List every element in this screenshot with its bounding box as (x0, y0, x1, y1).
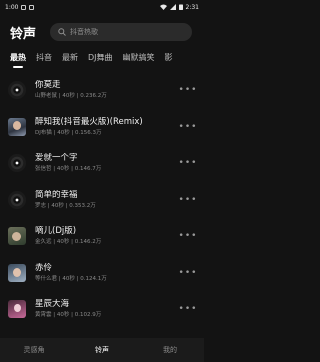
more-options-icon[interactable]: ••• (176, 299, 200, 319)
song-meta: 黄霄雲 | 40秒 | 0.102.9万 (35, 312, 102, 319)
wifi-icon (159, 4, 167, 10)
song-title: 醉知我(抖音最火版)(Remix) (35, 116, 143, 127)
song-meta: 山野老鼠 | 40秒 | 0.236.2万 (35, 93, 107, 100)
bottom-nav: 灵感角 铃声 我的 (0, 338, 204, 362)
song-title: 赤伶 (35, 262, 53, 273)
more-options-icon[interactable]: ••• (176, 117, 200, 137)
notification-icon (21, 4, 27, 10)
song-meta: DJ布猫 | 40秒 | 0.156.3万 (35, 129, 102, 136)
song-title: 爱就一个字 (35, 153, 78, 164)
more-options-icon[interactable]: ••• (176, 153, 200, 173)
signal-icon (169, 4, 176, 10)
search-icon (58, 28, 66, 36)
song-meta: 金久远 | 40秒 | 0.146.2万 (35, 239, 102, 246)
status-clock: 2:31 (185, 3, 199, 11)
song-title: 星辰大海 (35, 299, 70, 310)
vinyl-disc-icon (8, 190, 26, 209)
vinyl-disc-icon (8, 154, 26, 173)
song-meta: 等什么君 | 40秒 | 0.124.1万 (35, 275, 107, 282)
list-item[interactable]: 简单的幸福 罗志 | 40秒 | 0.353.2万 ••• (0, 182, 204, 219)
tab-newest[interactable]: 最新 (57, 50, 83, 68)
vinyl-disc-icon (8, 81, 26, 100)
search-input[interactable]: 抖音热歌 (50, 23, 193, 41)
list-item[interactable]: 赤伶 等什么君 | 40秒 | 0.124.1万 ••• (0, 255, 204, 292)
album-cover (8, 263, 26, 282)
list-item[interactable]: 醉知我(抖音最火版)(Remix) DJ布猫 | 40秒 | 0.156.3万 … (0, 109, 204, 146)
tab-hot[interactable]: 最热 (5, 50, 31, 68)
more-options-icon[interactable]: ••• (176, 190, 200, 210)
tab-douyin[interactable]: 抖音 (31, 50, 57, 68)
tab-film[interactable]: 影 (160, 50, 178, 68)
header: 铃声 抖音热歌 (0, 20, 204, 44)
album-cover (8, 300, 26, 319)
page-title: 铃声 (10, 26, 37, 42)
song-title: 你莫走 (35, 80, 61, 91)
list-item[interactable]: 嘀儿(Dj版) 金久远 | 40秒 | 0.146.2万 ••• (0, 218, 204, 255)
song-title: 简单的幸福 (35, 189, 78, 200)
tab-humor[interactable]: 幽默搞笑 (118, 50, 160, 68)
song-title: 嘀儿(Dj版) (35, 226, 77, 237)
album-cover (8, 117, 26, 136)
list-item[interactable]: 你莫走 山野老鼠 | 40秒 | 0.236.2万 ••• (0, 72, 204, 109)
battery-icon (178, 4, 183, 10)
nav-ringtone[interactable]: 铃声 (68, 345, 136, 355)
more-options-icon[interactable]: ••• (176, 226, 200, 246)
song-list: 你莫走 山野老鼠 | 40秒 | 0.236.2万 ••• 醉知我(抖音最火版)… (0, 72, 204, 342)
album-cover (8, 227, 26, 246)
search-placeholder: 抖音热歌 (70, 28, 99, 36)
list-item[interactable]: 爱就一个字 张信哲 | 40秒 | 0.146.7万 ••• (0, 145, 204, 182)
status-time: 1:00 (5, 3, 19, 11)
song-meta: 张信哲 | 40秒 | 0.146.7万 (35, 166, 102, 173)
more-options-icon[interactable]: ••• (176, 80, 200, 100)
more-options-icon[interactable]: ••• (176, 263, 200, 283)
nav-mine[interactable]: 我的 (136, 345, 204, 355)
nav-inspiration[interactable]: 灵感角 (0, 345, 68, 355)
notification-icon (29, 4, 35, 10)
category-tabs: 最热 抖音 最新 DJ舞曲 幽默搞笑 影 (0, 50, 204, 68)
song-meta: 罗志 | 40秒 | 0.353.2万 (35, 202, 96, 209)
tab-dj[interactable]: DJ舞曲 (83, 50, 118, 68)
tabs-fade (190, 50, 204, 68)
status-bar: 1:00 2:31 (0, 0, 204, 14)
list-item[interactable]: 星辰大海 黄霄雲 | 40秒 | 0.102.9万 ••• (0, 291, 204, 328)
